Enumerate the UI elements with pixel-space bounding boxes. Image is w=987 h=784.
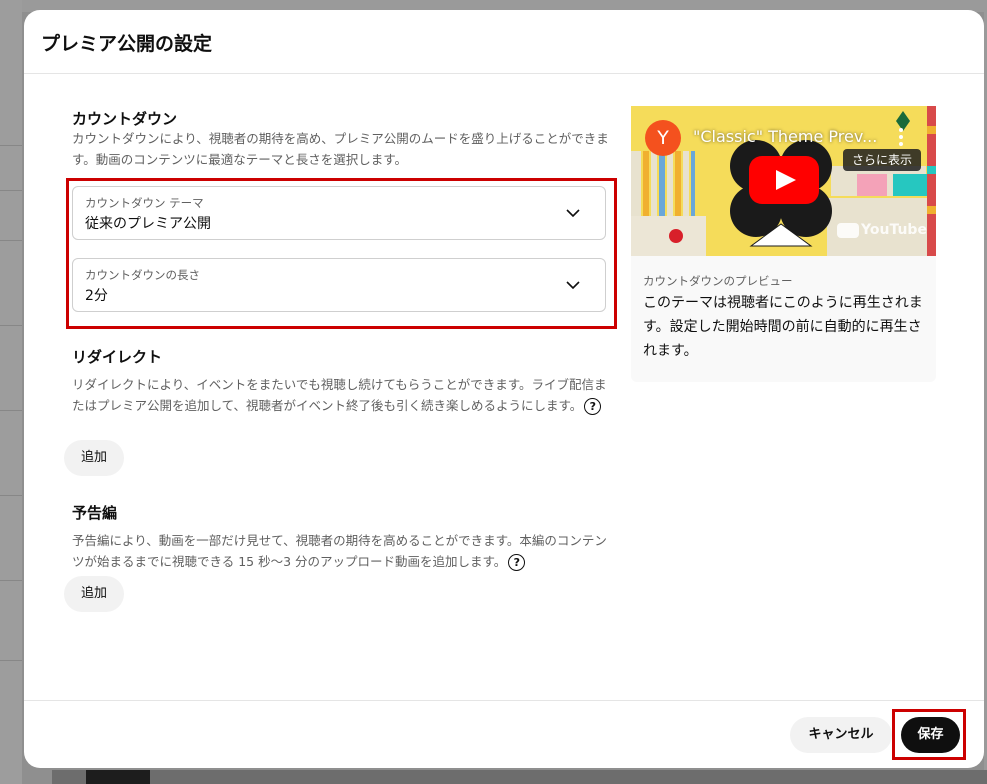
- background-overlay-left: [0, 0, 22, 784]
- save-button[interactable]: 保存: [901, 717, 960, 753]
- countdown-length-label: カウントダウンの長さ: [85, 268, 200, 282]
- countdown-length-select[interactable]: カウントダウンの長さ 2分: [72, 258, 606, 312]
- youtube-logo: YouTube: [837, 220, 927, 240]
- channel-avatar[interactable]: Y: [645, 120, 681, 156]
- youtube-logo-icon: [837, 222, 859, 238]
- chevron-down-icon: [566, 281, 580, 290]
- dialog-title: プレミア公開の設定: [41, 33, 213, 55]
- countdown-theme-value: 従来のプレミア公開: [85, 216, 211, 232]
- dialog-header: プレミア公開の設定: [24, 10, 984, 74]
- trailer-add-button[interactable]: 追加: [64, 576, 124, 612]
- countdown-section-description: カウントダウンにより、視聴者の期待を高め、プレミア公開のムードを盛り上げることが…: [72, 131, 609, 167]
- trailer-section-title: 予告編: [72, 504, 118, 522]
- countdown-theme-label: カウントダウン テーマ: [85, 196, 204, 210]
- redirect-section-title: リダイレクト: [72, 348, 163, 366]
- countdown-length-value: 2分: [85, 288, 108, 304]
- play-button-icon[interactable]: [749, 156, 819, 204]
- redirect-description-text: リダイレクトにより、イベントをまたいでも視聴し続けてもらうことができます。ライブ…: [72, 377, 607, 413]
- help-icon[interactable]: ?: [508, 554, 526, 571]
- show-more-badge[interactable]: さらに表示: [843, 149, 922, 171]
- help-icon[interactable]: ?: [584, 398, 602, 415]
- cancel-button[interactable]: キャンセル: [790, 717, 892, 753]
- youtube-logo-text: YouTube: [861, 222, 927, 238]
- preview-video-title[interactable]: "Classic" Theme Prev...: [693, 127, 877, 146]
- trailer-section-description: 予告編により、動画を一部だけ見せて、視聴者の期待を高めることができます。本編のコ…: [72, 530, 612, 572]
- more-vert-icon[interactable]: [897, 126, 905, 148]
- preview-caption-label: カウントダウンのプレビュー: [643, 274, 793, 288]
- preview-video-player[interactable]: Y "Classic" Theme Prev... さらに表示 YouTube: [631, 106, 936, 256]
- redirect-section-description: リダイレクトにより、イベントをまたいでも視聴し続けてもらうことができます。ライブ…: [72, 374, 612, 416]
- redirect-add-button[interactable]: 追加: [64, 440, 124, 476]
- countdown-preview-card: Y "Classic" Theme Prev... さらに表示 YouTube …: [631, 106, 936, 382]
- preview-caption-text: このテーマは視聴者にこのように再生されます。設定した開始時間の前に自動的に再生さ…: [643, 295, 923, 359]
- premiere-settings-dialog: プレミア公開の設定 カウントダウン カウントダウンにより、視聴者の期待を高め、プ…: [24, 10, 984, 768]
- trailer-description-text: 予告編により、動画を一部だけ見せて、視聴者の期待を高めることができます。本編のコ…: [72, 533, 607, 569]
- countdown-theme-select[interactable]: カウントダウン テーマ 従来のプレミア公開: [72, 186, 606, 240]
- chevron-down-icon: [566, 209, 580, 218]
- background-overlay-bottom: [52, 770, 987, 784]
- countdown-section-title: カウントダウン: [72, 110, 178, 128]
- dialog-footer: キャンセル 保存: [24, 700, 984, 768]
